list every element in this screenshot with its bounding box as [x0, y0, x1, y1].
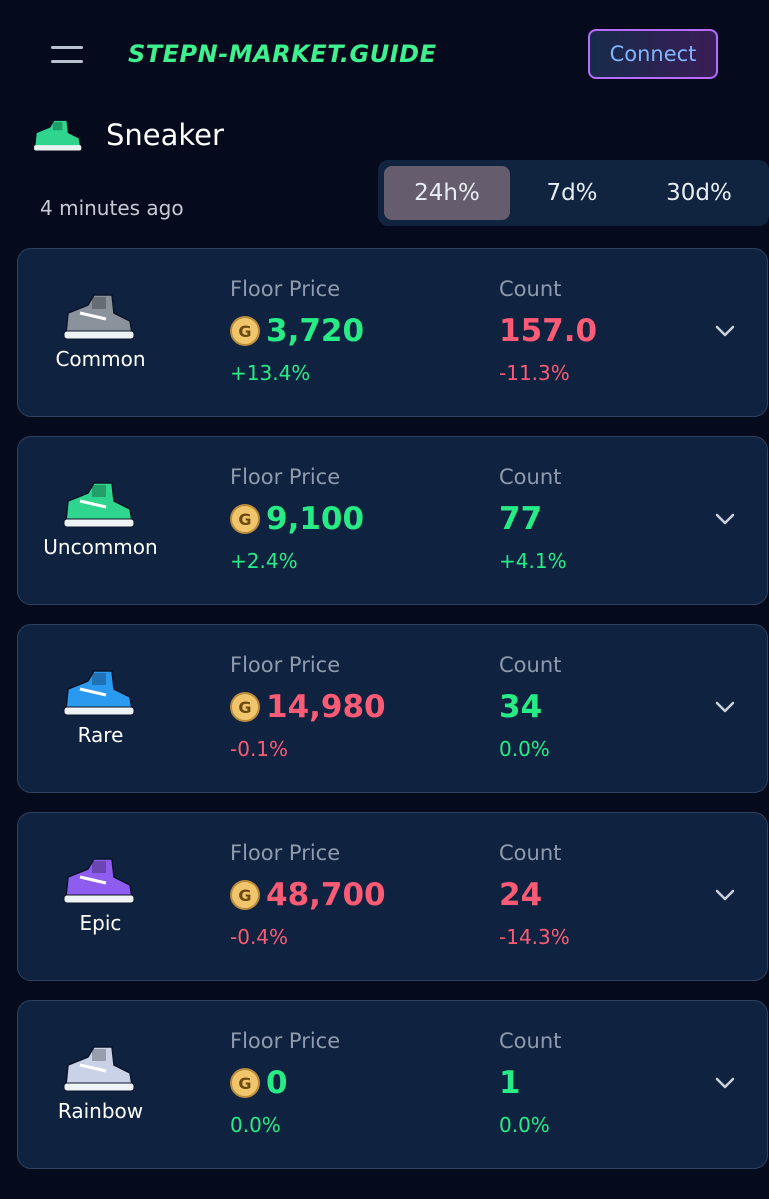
sneaker-icon — [63, 482, 135, 528]
floor-price-value: 14,980 — [266, 689, 386, 725]
floor-price: G 3,720 — [230, 313, 364, 349]
sneaker-icon — [63, 1046, 135, 1092]
tab-7d[interactable]: 7d% — [510, 166, 634, 220]
floor-price-change: 0.0% — [230, 1113, 281, 1137]
sneaker-icon — [63, 294, 135, 340]
count-value: 24 — [499, 877, 543, 913]
rarity-label: Uncommon — [43, 535, 158, 559]
rarity-card-rare[interactable]: Rare Floor Price G 14,980 -0.1% Count 34… — [17, 624, 768, 793]
sneaker-icon — [34, 120, 82, 151]
count-label: Count — [499, 1029, 562, 1053]
floor-price-label: Floor Price — [230, 653, 341, 677]
floor-price-value: 48,700 — [266, 877, 386, 913]
count-change: -11.3% — [499, 361, 570, 385]
floor-price-label: Floor Price — [230, 277, 341, 301]
top-bar: STEPN-MARKET.GUIDE Connect — [0, 0, 769, 110]
section-title: Sneaker — [106, 118, 224, 152]
chevron-down-icon[interactable] — [713, 511, 737, 527]
sneaker-icon — [63, 858, 135, 904]
floor-price-change: -0.4% — [230, 925, 289, 949]
rarity-card-rainbow[interactable]: Rainbow Floor Price G 0 0.0% Count 1 0.0… — [17, 1000, 768, 1169]
floor-price: G 0 — [230, 1065, 288, 1101]
gst-coin-icon: G — [230, 504, 260, 534]
floor-price: G 48,700 — [230, 877, 386, 913]
floor-price-change: +2.4% — [230, 549, 298, 573]
count-change: -14.3% — [499, 925, 570, 949]
count-change: +4.1% — [499, 549, 567, 573]
floor-price-change: +13.4% — [230, 361, 311, 385]
count-value: 157.0 — [499, 313, 598, 349]
tab-30d[interactable]: 30d% — [634, 166, 764, 220]
count-change: 0.0% — [499, 1113, 550, 1137]
period-selector: 24h% 7d% 30d% — [378, 160, 769, 226]
sneaker-icon — [63, 670, 135, 716]
rarity-card-common[interactable]: Common Floor Price G 3,720 +13.4% Count … — [17, 248, 768, 417]
chevron-down-icon[interactable] — [713, 323, 737, 339]
rarity-card-uncommon[interactable]: Uncommon Floor Price G 9,100 +2.4% Count… — [17, 436, 768, 605]
tab-24h[interactable]: 24h% — [384, 166, 510, 220]
connect-wallet-button[interactable]: Connect — [588, 29, 718, 79]
count-label: Count — [499, 277, 562, 301]
floor-price-value: 0 — [266, 1065, 288, 1101]
rarity-label: Rare — [77, 723, 124, 747]
hamburger-menu-icon[interactable] — [48, 40, 86, 70]
section-heading: Sneaker — [30, 118, 224, 152]
floor-price-change: -0.1% — [230, 737, 289, 761]
floor-price-label: Floor Price — [230, 1029, 341, 1053]
rarity-card-epic[interactable]: Epic Floor Price G 48,700 -0.4% Count 24… — [17, 812, 768, 981]
floor-price: G 14,980 — [230, 689, 386, 725]
chevron-down-icon[interactable] — [713, 1075, 737, 1091]
gst-coin-icon: G — [230, 692, 260, 722]
count-value: 34 — [499, 689, 543, 725]
chevron-down-icon[interactable] — [713, 699, 737, 715]
floor-price-label: Floor Price — [230, 465, 341, 489]
rarity-label: Rainbow — [57, 1099, 144, 1123]
count-label: Count — [499, 653, 562, 677]
floor-price-value: 9,100 — [266, 501, 365, 537]
site-logo[interactable]: STEPN-MARKET.GUIDE — [128, 40, 436, 68]
count-change: 0.0% — [499, 737, 550, 761]
gst-coin-icon: G — [230, 880, 260, 910]
rarity-label: Common — [55, 347, 146, 371]
chevron-down-icon[interactable] — [713, 887, 737, 903]
floor-price: G 9,100 — [230, 501, 364, 537]
count-value: 77 — [499, 501, 543, 537]
count-label: Count — [499, 465, 562, 489]
gst-coin-icon: G — [230, 316, 260, 346]
count-label: Count — [499, 841, 562, 865]
gst-coin-icon: G — [230, 1068, 260, 1098]
rarity-label: Epic — [79, 911, 122, 935]
floor-price-label: Floor Price — [230, 841, 341, 865]
count-value: 1 — [499, 1065, 521, 1101]
floor-price-value: 3,720 — [266, 313, 365, 349]
last-updated-text: 4 minutes ago — [40, 196, 184, 220]
